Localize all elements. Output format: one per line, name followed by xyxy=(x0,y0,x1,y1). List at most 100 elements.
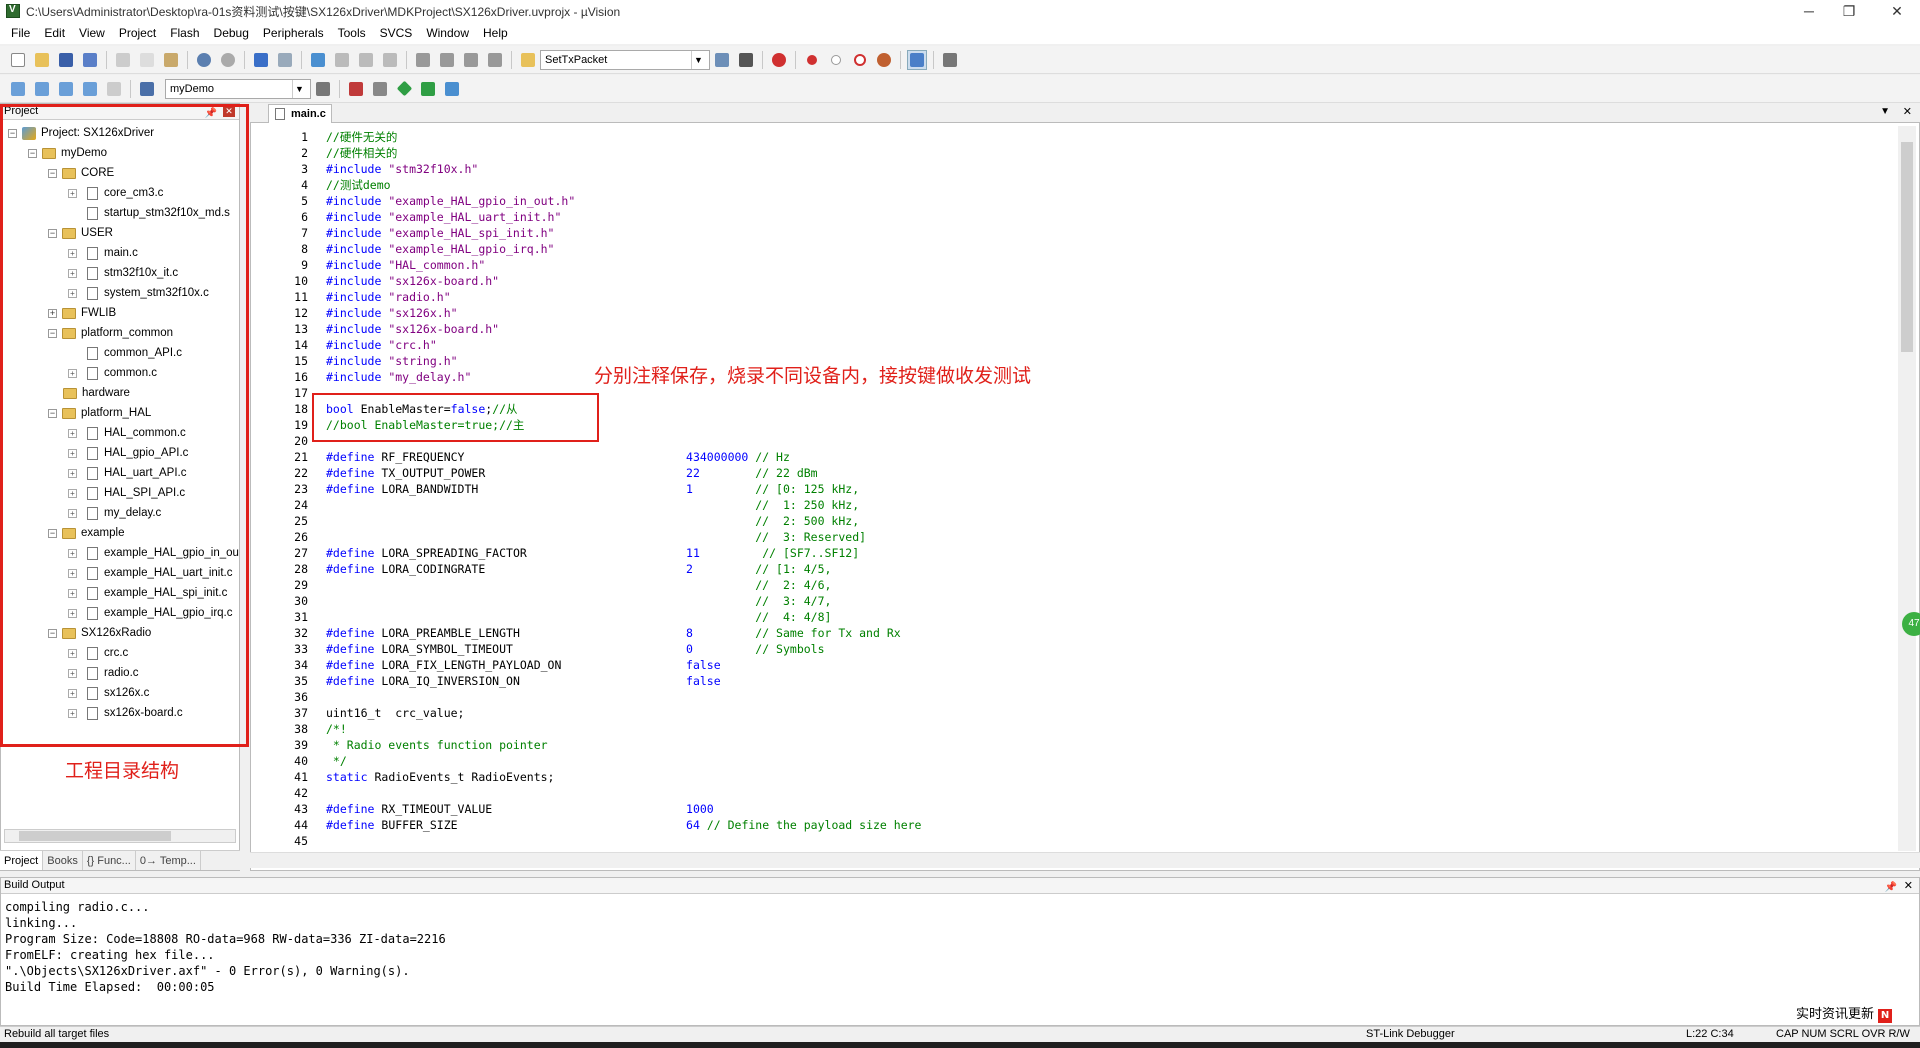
code-line[interactable]: #define LORA_BANDWIDTH 1 // [0: 125 kHz, xyxy=(326,481,859,497)
undo-icon[interactable] xyxy=(194,50,214,70)
code-line[interactable]: #include "example_HAL_gpio_irq.h" xyxy=(326,241,554,257)
code-line[interactable]: #define BUFFER_SIZE 64 // Define the pay… xyxy=(326,817,921,833)
menu-window[interactable]: Window xyxy=(419,23,476,43)
nav-forward-icon[interactable] xyxy=(275,50,295,70)
cut-icon[interactable] xyxy=(113,50,133,70)
code-line[interactable]: #define LORA_SYMBOL_TIMEOUT 0 // Symbols xyxy=(326,641,825,657)
menu-peripherals[interactable]: Peripherals xyxy=(256,23,331,43)
code-line[interactable]: #include "radio.h" xyxy=(326,289,451,305)
clear-bookmarks-icon[interactable] xyxy=(380,50,400,70)
code-line[interactable]: #define LORA_IQ_INVERSION_ON false xyxy=(326,673,721,689)
code-line[interactable]: // 4: 4/8] xyxy=(326,609,831,625)
code-line[interactable]: #include "string.h" xyxy=(326,353,458,369)
software-packs-icon[interactable] xyxy=(442,79,462,99)
code-line[interactable]: #include "example_HAL_uart_init.h" xyxy=(326,209,561,225)
open-file-icon[interactable] xyxy=(32,50,52,70)
code-line[interactable]: // 1: 250 kHz, xyxy=(326,497,859,513)
menu-tools[interactable]: Tools xyxy=(331,23,373,43)
copy-icon[interactable] xyxy=(137,50,157,70)
code-line[interactable]: //测试demo xyxy=(326,177,391,193)
comment-icon[interactable] xyxy=(461,50,481,70)
pin-icon[interactable]: 📌 xyxy=(1885,880,1897,895)
manage-rte-icon[interactable] xyxy=(394,79,414,99)
indent-icon[interactable] xyxy=(413,50,433,70)
code-line[interactable]: // 3: 4/7, xyxy=(326,593,831,609)
nav-back-icon[interactable] xyxy=(251,50,271,70)
code-line[interactable]: // 2: 4/6, xyxy=(326,577,831,593)
paste-icon[interactable] xyxy=(161,50,181,70)
menu-file[interactable]: File xyxy=(4,23,37,43)
find-combo[interactable]: SetTxPacket ▼ xyxy=(540,49,710,70)
code-line[interactable]: #include "crc.h" xyxy=(326,337,437,353)
menu-debug[interactable]: Debug xyxy=(207,23,256,43)
code-line[interactable]: #include "sx126x-board.h" xyxy=(326,321,499,337)
code-line[interactable]: static RadioEvents_t RadioEvents; xyxy=(326,769,554,785)
code-line[interactable]: #include "stm32f10x.h" xyxy=(326,161,478,177)
code-line[interactable]: // 2: 500 kHz, xyxy=(326,513,859,529)
uncomment-icon[interactable] xyxy=(485,50,505,70)
menu-svcs[interactable]: SVCS xyxy=(373,23,420,43)
scrollbar-thumb[interactable] xyxy=(19,831,171,841)
code-line[interactable]: #include "example_HAL_gpio_in_out.h" xyxy=(326,193,575,209)
stop-build-icon[interactable] xyxy=(104,79,124,99)
code-line[interactable]: #define LORA_SPREADING_FACTOR 11 // [SF7… xyxy=(326,545,859,561)
code-line[interactable]: #define LORA_FIX_LENGTH_PAYLOAD_ON false xyxy=(326,657,721,673)
code-line[interactable]: #include "sx126x-board.h" xyxy=(326,273,499,289)
disable-all-breakpoints-icon[interactable] xyxy=(850,50,870,70)
close-button[interactable]: ✕ xyxy=(1874,0,1920,22)
tab-main-c[interactable]: main.c xyxy=(268,104,332,123)
download-icon[interactable] xyxy=(137,79,157,99)
chevron-down-icon[interactable]: ▼ xyxy=(691,50,705,69)
scrollbar-thumb[interactable] xyxy=(1901,142,1913,352)
code-line[interactable]: uint16_t crc_value; xyxy=(326,705,464,721)
rebuild-icon[interactable] xyxy=(56,79,76,99)
tab-templates[interactable]: 0→ Temp... xyxy=(136,851,201,870)
code-line[interactable]: //硬件相关的 xyxy=(326,145,397,161)
editor-vertical-scrollbar[interactable] xyxy=(1898,126,1916,851)
code-line[interactable]: #include "sx126x.h" xyxy=(326,305,458,321)
translate-icon[interactable] xyxy=(8,79,28,99)
close-icon[interactable]: ✕ xyxy=(1904,879,1913,894)
code-line[interactable]: #define LORA_PREAMBLE_LENGTH 8 // Same f… xyxy=(326,625,901,641)
find-in-files-icon[interactable] xyxy=(518,50,538,70)
build-icon[interactable] xyxy=(32,79,52,99)
tab-books[interactable]: Books xyxy=(43,851,83,870)
code-line[interactable]: #include "HAL_common.h" xyxy=(326,257,485,273)
next-bookmark-icon[interactable] xyxy=(356,50,376,70)
side-floating-badge[interactable]: 47 xyxy=(1902,612,1920,636)
menu-flash[interactable]: Flash xyxy=(163,23,206,43)
code-line[interactable]: //硬件无关的 xyxy=(326,129,397,145)
code-line[interactable]: // 3: Reserved] xyxy=(326,529,866,545)
select-packs-icon[interactable] xyxy=(370,79,390,99)
code-line[interactable]: * Radio events function pointer xyxy=(326,737,548,753)
save-all-icon[interactable] xyxy=(80,50,100,70)
editor-horizontal-scrollbar[interactable] xyxy=(250,852,1920,868)
batch-build-icon[interactable] xyxy=(80,79,100,99)
code-line[interactable]: #include "my_delay.h" xyxy=(326,369,471,385)
menu-project[interactable]: Project xyxy=(112,23,163,43)
tab-project[interactable]: Project xyxy=(0,851,44,870)
code-line[interactable]: #define TX_OUTPUT_POWER 22 // 22 dBm xyxy=(326,465,818,481)
close-icon[interactable]: ✕ xyxy=(1903,105,1912,118)
menu-view[interactable]: View xyxy=(72,23,112,43)
save-icon[interactable] xyxy=(56,50,76,70)
insert-breakpoint-icon[interactable] xyxy=(802,50,822,70)
bookmark-icon[interactable] xyxy=(308,50,328,70)
news-notification[interactable]: 实时资讯更新 N xyxy=(1796,1003,1893,1023)
redo-icon[interactable] xyxy=(218,50,238,70)
code-line[interactable]: */ xyxy=(326,753,347,769)
prev-bookmark-icon[interactable] xyxy=(332,50,352,70)
code-line[interactable]: #define RX_TIMEOUT_VALUE 1000 xyxy=(326,801,714,817)
code-line[interactable]: /*! xyxy=(326,721,347,737)
new-file-icon[interactable] xyxy=(8,50,28,70)
incremental-find-icon[interactable] xyxy=(736,50,756,70)
window-layout-icon[interactable] xyxy=(907,49,927,70)
manage-project-items-icon[interactable] xyxy=(346,79,366,99)
code-line[interactable]: #include "example_HAL_spi_init.h" xyxy=(326,225,554,241)
debug-session-icon[interactable] xyxy=(769,50,789,70)
maximize-button[interactable]: ❐ xyxy=(1826,0,1872,22)
unindent-icon[interactable] xyxy=(437,50,457,70)
code-line[interactable]: #define LORA_CODINGRATE 2 // [1: 4/5, xyxy=(326,561,831,577)
chevron-down-icon[interactable]: ▼ xyxy=(292,79,306,98)
menu-edit[interactable]: Edit xyxy=(37,23,72,43)
